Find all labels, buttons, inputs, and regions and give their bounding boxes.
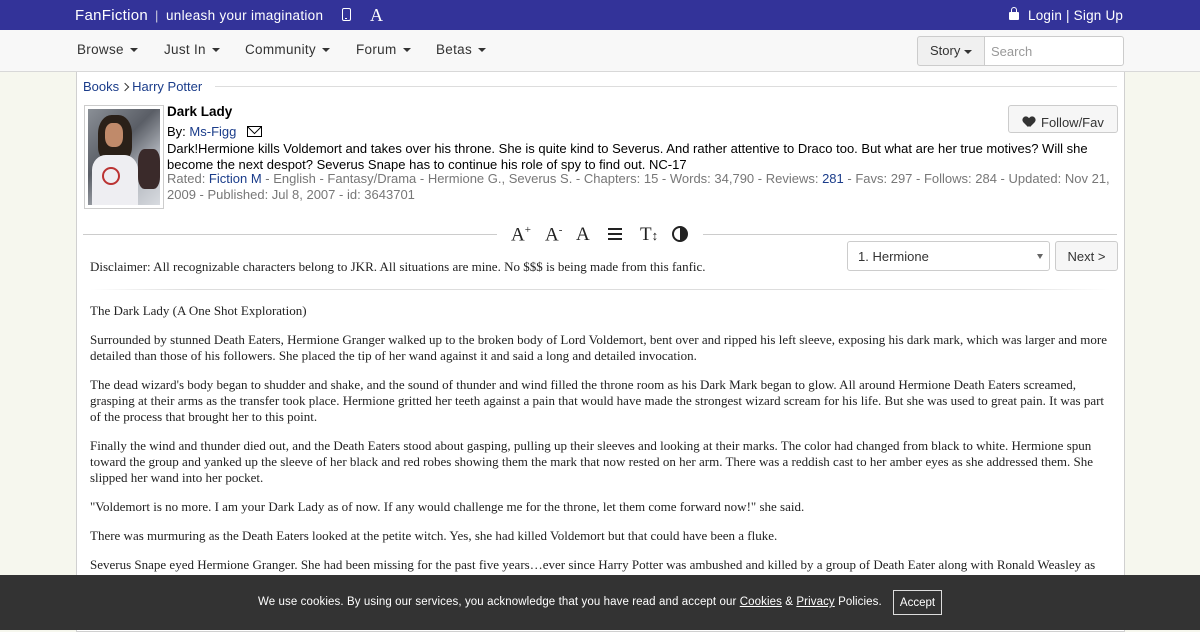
login-link[interactable]: Login	[1028, 8, 1062, 23]
story-body: The Dark Lady (A One Shot Exploration) S…	[90, 303, 1112, 586]
byline: By: Ms-Figg	[167, 124, 262, 139]
caret-down-icon	[321, 48, 330, 53]
chapter-select[interactable]: 1. Hermione	[847, 241, 1050, 271]
author-link[interactable]: Ms-Figg	[189, 124, 236, 139]
nav-betas-label: Betas	[436, 42, 473, 57]
chapter-select-value: 1. Hermione	[858, 249, 929, 264]
caret-down-icon	[129, 48, 138, 53]
caret-down-icon	[211, 48, 220, 53]
top-bar: FanFiction | unleash your imagination A …	[0, 0, 1200, 30]
meta-details: - English - Fantasy/Drama - Hermione G.,…	[261, 171, 823, 186]
signup-link[interactable]: Sign Up	[1074, 8, 1123, 23]
search-input[interactable]	[984, 36, 1124, 66]
cookie-amp: &	[782, 596, 797, 608]
story-paragraph: The dead wizard's body began to shudder …	[90, 377, 1105, 424]
story-divider	[90, 289, 1110, 290]
heart-icon	[1023, 117, 1035, 128]
accept-cookies-button[interactable]: Accept	[893, 590, 942, 615]
next-chapter-button[interactable]: Next >	[1055, 241, 1118, 271]
story-cover-image[interactable]	[84, 105, 164, 209]
story-title: Dark Lady	[167, 104, 233, 119]
site-tagline: unleash your imagination	[166, 8, 324, 23]
font-decrease-glyph: A	[545, 224, 559, 246]
caret-down-icon	[964, 49, 973, 54]
phone-icon[interactable]	[342, 8, 351, 21]
text-size-button[interactable]: T↕	[640, 224, 658, 246]
nav-just-in-label: Just In	[164, 42, 206, 57]
paragraph-width-icon	[608, 228, 622, 240]
font-decrease-button[interactable]: A-	[545, 224, 562, 246]
story-paragraph: The Dark Lady (A One Shot Exploration)	[90, 303, 307, 318]
nav-forum-label: Forum	[356, 42, 397, 57]
text-size-glyph: T	[640, 224, 652, 245]
follow-fav-label: Follow/Fav	[1041, 114, 1104, 130]
font-decrease-sup: -	[558, 224, 563, 236]
contrast-button[interactable]	[672, 226, 688, 242]
font-increase-sup: +	[524, 224, 531, 236]
breadcrumb-books[interactable]: Books	[83, 79, 119, 94]
search-group: Story	[917, 36, 1124, 66]
cookie-text-end: Policies.	[834, 596, 882, 608]
site-logo[interactable]: FanFiction	[75, 7, 148, 24]
nav-just-in[interactable]: Just In	[164, 42, 220, 57]
story-paragraph: "Voldemort is no more. I am your Dark La…	[90, 499, 805, 514]
story-paragraph: Finally the wind and thunder died out, a…	[90, 438, 1093, 485]
auth-separator: |	[1066, 8, 1070, 23]
search-type-dropdown[interactable]: Story	[917, 36, 985, 66]
cookie-text: We use cookies. By using our services, y…	[258, 596, 882, 608]
nav-community[interactable]: Community	[245, 42, 330, 57]
nav-community-label: Community	[245, 42, 316, 57]
cookie-text-start: We use cookies. By using our services, y…	[258, 596, 740, 608]
contrast-icon	[672, 226, 688, 242]
nav-browse-label: Browse	[77, 42, 124, 57]
font-increase-button[interactable]: A+	[511, 224, 531, 246]
breadcrumb-divider	[215, 86, 1117, 87]
brand-separator: |	[155, 8, 159, 23]
tools-divider-left	[83, 234, 497, 235]
font-icon[interactable]: A	[370, 5, 383, 26]
follow-fav-button[interactable]: Follow/Fav	[1008, 105, 1118, 133]
tools-divider-right	[703, 234, 1117, 235]
breadcrumb: Books Harry Potter	[83, 79, 202, 94]
cookies-policy-link[interactable]: Cookies	[740, 596, 782, 608]
cover-logo-shape	[102, 167, 120, 185]
story-content: Books Harry Potter Dark Lady By: Ms-Figg …	[76, 72, 1125, 632]
reviews-link[interactable]: 281	[822, 171, 844, 186]
cookie-banner: We use cookies. By using our services, y…	[0, 575, 1200, 630]
rating-link[interactable]: Fiction M	[209, 171, 262, 186]
mail-icon[interactable]	[247, 126, 262, 137]
meta-rated-label: Rated:	[167, 171, 209, 186]
privacy-policy-link[interactable]: Privacy	[796, 596, 834, 608]
cover-face-shape	[105, 123, 123, 147]
story-meta: Rated: Fiction M - English - Fantasy/Dra…	[167, 171, 1117, 202]
paragraph-width-button[interactable]	[608, 228, 622, 240]
chevron-right-icon	[120, 82, 130, 92]
story-summary: Dark!Hermione kills Voldemort and takes …	[167, 141, 1088, 172]
caret-down-icon	[478, 48, 487, 53]
nav-browse[interactable]: Browse	[77, 42, 138, 57]
story-paragraph: There was murmuring as the Death Eaters …	[90, 528, 778, 543]
by-label: By:	[167, 124, 186, 139]
cover-bg-shape	[138, 149, 160, 189]
cover-picture	[88, 109, 160, 205]
story-paragraph: Surrounded by stunned Death Eaters, Herm…	[90, 332, 1107, 363]
nav-forum[interactable]: Forum	[356, 42, 411, 57]
font-family-button[interactable]: A	[576, 224, 590, 246]
search-type-label: Story	[930, 43, 961, 58]
font-increase-glyph: A	[511, 224, 525, 246]
select-arrow-icon	[1037, 254, 1043, 259]
main-nav: Browse Just In Community Forum Betas Sto…	[0, 30, 1200, 72]
breadcrumb-harry-potter[interactable]: Harry Potter	[132, 79, 202, 94]
lock-icon	[1009, 7, 1019, 20]
text-size-arrow: ↕	[651, 228, 659, 243]
caret-down-icon	[402, 48, 411, 53]
nav-betas[interactable]: Betas	[436, 42, 487, 57]
auth-links: Login | Sign Up	[1028, 8, 1123, 23]
disclaimer: Disclaimer: All recognizable characters …	[90, 259, 706, 274]
story-paragraph: Severus Snape eyed Hermione Granger. She…	[90, 557, 1096, 572]
